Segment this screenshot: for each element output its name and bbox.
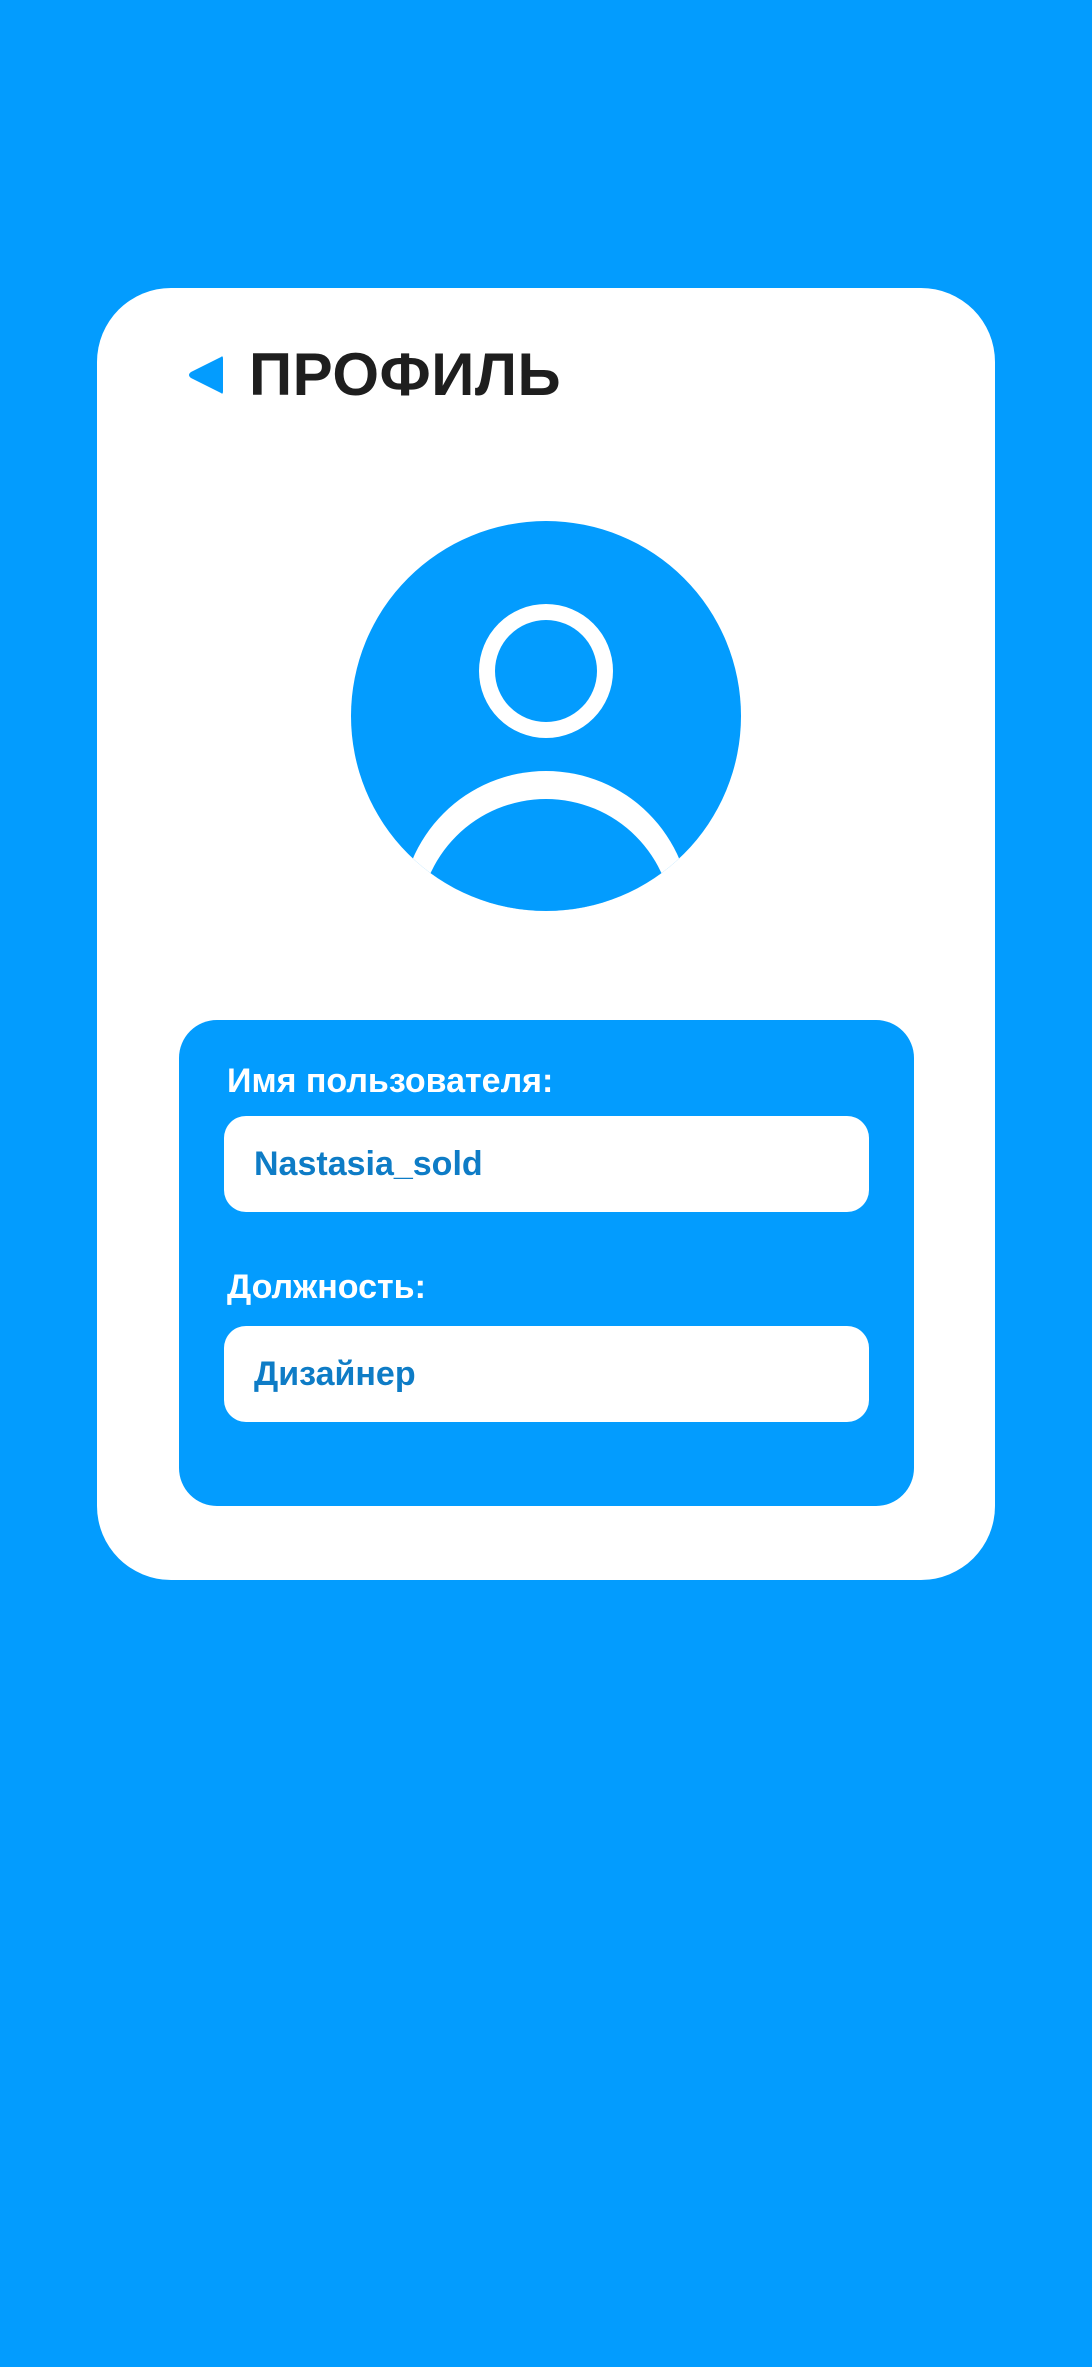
back-triangle-icon bbox=[189, 356, 223, 394]
info-panel: Имя пользователя: Nastasia_sold Должност… bbox=[179, 1020, 914, 1506]
username-label: Имя пользователя: bbox=[227, 1062, 554, 1100]
username-value: Nastasia_sold bbox=[254, 1145, 483, 1183]
profile-card: ПРОФИЛЬ Имя пользователя: Nastasia_sold … bbox=[97, 288, 995, 1580]
position-value: Дизайнер bbox=[254, 1355, 416, 1393]
back-button[interactable] bbox=[185, 352, 231, 398]
position-label: Должность: bbox=[227, 1268, 426, 1306]
position-field[interactable]: Дизайнер bbox=[224, 1326, 869, 1422]
user-avatar-icon[interactable] bbox=[351, 521, 741, 911]
header: ПРОФИЛЬ bbox=[185, 340, 561, 410]
username-field[interactable]: Nastasia_sold bbox=[224, 1116, 869, 1212]
page-title: ПРОФИЛЬ bbox=[249, 341, 562, 408]
